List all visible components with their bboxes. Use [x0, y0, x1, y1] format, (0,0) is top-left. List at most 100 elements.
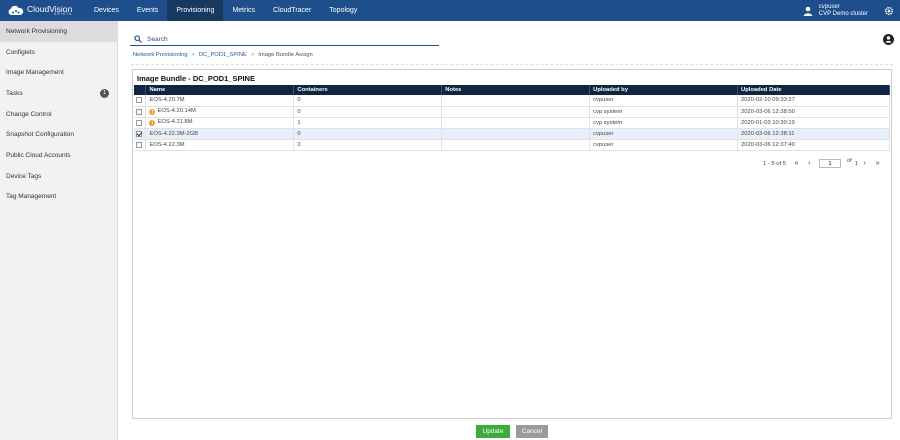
- nav-metrics[interactable]: Metrics: [223, 0, 264, 21]
- nav-provisioning[interactable]: Provisioning: [167, 0, 224, 21]
- containers-count: 1: [293, 117, 443, 128]
- cluster-name: CVP Demo cluster: [818, 10, 868, 17]
- image-name: EOS-4.22.3M: [149, 141, 185, 148]
- table-row[interactable]: ! EOS-4.20.14M 0 cvp system 2020-03-06 12…: [134, 106, 890, 117]
- uploaded-date: 2020-03-06 12:38:50: [737, 106, 890, 117]
- panel-title: Image Bundle - DC_POD1_SPINE: [137, 74, 255, 83]
- sidebar-item-tasks[interactable]: Tasks 1: [0, 83, 117, 104]
- sidebar-item-label: Public Cloud Accounts: [6, 151, 71, 159]
- notes-cell: [441, 139, 591, 150]
- row-checkbox[interactable]: [136, 130, 142, 137]
- sidebar-item-label: Snapshot Configuration: [6, 131, 74, 139]
- search-icon: [134, 35, 142, 43]
- notes-cell: [441, 117, 591, 128]
- nav-cloudtracer[interactable]: CloudTracer: [264, 0, 320, 21]
- notes-cell: [441, 95, 591, 106]
- user-name: cvpuser: [818, 3, 840, 10]
- sidebar-item-tag-management[interactable]: Tag Management: [0, 187, 117, 208]
- gear-icon[interactable]: [884, 6, 894, 16]
- logo-sub: ARISTA: [53, 12, 73, 16]
- containers-count: 0: [293, 128, 443, 139]
- row-checkbox[interactable]: [136, 108, 142, 115]
- uploaded-date: 2020-01-03 10:30:19: [737, 117, 890, 128]
- column-header-select: [134, 85, 147, 95]
- prev-page-icon[interactable]: ‹: [805, 159, 814, 168]
- sidebar-item-label: Image Management: [6, 69, 64, 77]
- table-row[interactable]: EOS-4.20.7M 0 cvpuser 2020-02-10 09:33:2…: [134, 95, 890, 106]
- page-number-input[interactable]: [818, 159, 841, 168]
- uploaded-date: 2020-02-10 09:33:27: [737, 95, 890, 106]
- image-bundle-table: Name Containers Notes Uploaded by Upload…: [134, 85, 890, 151]
- sidebar-item-label: Tasks: [6, 89, 23, 97]
- chevron-right-icon: >: [250, 52, 255, 58]
- image-name: EOS-4.20.7M: [149, 97, 185, 104]
- sidebar-item-image-management[interactable]: Image Management: [0, 62, 117, 83]
- page-count: 1: [854, 160, 859, 167]
- column-header-name[interactable]: Name: [145, 85, 295, 95]
- cancel-button[interactable]: Cancel: [516, 425, 548, 438]
- notes-cell: [441, 106, 591, 117]
- warning-icon: !: [149, 120, 156, 126]
- sidebar-item-configlets[interactable]: Configlets: [0, 42, 117, 63]
- main-nav: Devices Events Provisioning Metrics Clou…: [85, 0, 366, 21]
- notes-cell: [441, 128, 591, 139]
- breadcrumb: Network Provisioning > DC_POD1_SPINE > I…: [133, 52, 313, 58]
- next-page-icon[interactable]: ›: [860, 159, 869, 168]
- last-page-icon[interactable]: »: [873, 159, 882, 168]
- user-account-icon[interactable]: [883, 34, 894, 45]
- sidebar: Network Provisioning Configlets Image Ma…: [0, 21, 118, 440]
- row-checkbox[interactable]: [136, 97, 142, 104]
- column-header-uploaded-date[interactable]: Uploaded Date: [737, 85, 890, 95]
- sidebar-item-device-tags[interactable]: Device Tags: [0, 166, 117, 187]
- nav-events[interactable]: Events: [128, 0, 167, 21]
- column-header-containers[interactable]: Containers: [293, 85, 443, 95]
- divider: [131, 64, 893, 65]
- row-checkbox[interactable]: [136, 141, 142, 148]
- image-name: EOS-4.20.14M: [157, 108, 196, 114]
- containers-count: 0: [293, 95, 443, 106]
- cloudvision-logo[interactable]: CloudVision ARISTA: [0, 0, 85, 21]
- page-range: 1 - 5 of 5: [763, 160, 786, 167]
- column-header-notes[interactable]: Notes: [441, 85, 591, 95]
- tasks-count-badge: 1: [100, 88, 109, 98]
- first-page-icon[interactable]: «: [792, 159, 801, 168]
- breadcrumb-container[interactable]: DC_POD1_SPINE: [199, 52, 247, 58]
- top-nav-bar: CloudVision ARISTA Devices Events Provis…: [0, 0, 900, 21]
- nav-devices[interactable]: Devices: [85, 0, 128, 21]
- chevron-right-icon: >: [191, 52, 195, 58]
- search-bar: [130, 33, 439, 46]
- uploaded-by: cvpuser: [589, 95, 739, 106]
- containers-count: 0: [293, 106, 443, 117]
- pagination: 1 - 5 of 5 « ‹ of 1 › »: [763, 157, 884, 168]
- table-row[interactable]: ! EOS-4.21.8M 1 cvp system 2020-01-03 10:…: [134, 117, 890, 128]
- sidebar-item-change-control[interactable]: Change Control: [0, 104, 117, 125]
- warning-icon: !: [149, 109, 156, 115]
- table-header-row: Name Containers Notes Uploaded by Upload…: [134, 85, 890, 95]
- row-checkbox[interactable]: [136, 119, 142, 126]
- user-menu[interactable]: cvpuser CVP Demo cluster: [803, 0, 900, 21]
- update-button[interactable]: Update: [476, 425, 510, 438]
- uploaded-by: cvpuser: [589, 128, 739, 139]
- column-header-uploaded-by[interactable]: Uploaded by: [589, 85, 739, 95]
- containers-count: 2: [293, 139, 443, 150]
- sidebar-item-label: Tag Management: [6, 193, 57, 201]
- breadcrumb-current: Image Bundle Assign: [258, 52, 313, 58]
- uploaded-by: cvpuser: [589, 139, 739, 150]
- sidebar-item-label: Device Tags: [6, 172, 42, 180]
- image-name: EOS-4.21.8M: [157, 119, 193, 125]
- user-icon: [803, 6, 812, 16]
- sidebar-item-label: Network Provisioning: [6, 27, 68, 35]
- search-input[interactable]: [147, 35, 427, 43]
- nav-topology[interactable]: Topology: [320, 0, 366, 21]
- uploaded-date: 2020-03-06 12:38:11: [737, 128, 890, 139]
- breadcrumb-network-provisioning[interactable]: Network Provisioning: [133, 52, 187, 58]
- sidebar-item-public-cloud-accounts[interactable]: Public Cloud Accounts: [0, 145, 117, 166]
- table-row[interactable]: EOS-4.22.3M-2GB 0 cvpuser 2020-03-06 12:…: [134, 128, 890, 139]
- sidebar-item-snapshot-configuration[interactable]: Snapshot Configuration: [0, 124, 117, 145]
- uploaded-by: cvp system: [589, 106, 739, 117]
- table-row[interactable]: EOS-4.22.3M 2 cvpuser 2020-03-06 12:37:4…: [134, 139, 890, 150]
- page-of-label: of: [846, 157, 852, 164]
- uploaded-date: 2020-03-06 12:37:40: [737, 139, 890, 150]
- sidebar-item-network-provisioning[interactable]: Network Provisioning: [0, 21, 117, 42]
- uploaded-by: cvp system: [589, 117, 739, 128]
